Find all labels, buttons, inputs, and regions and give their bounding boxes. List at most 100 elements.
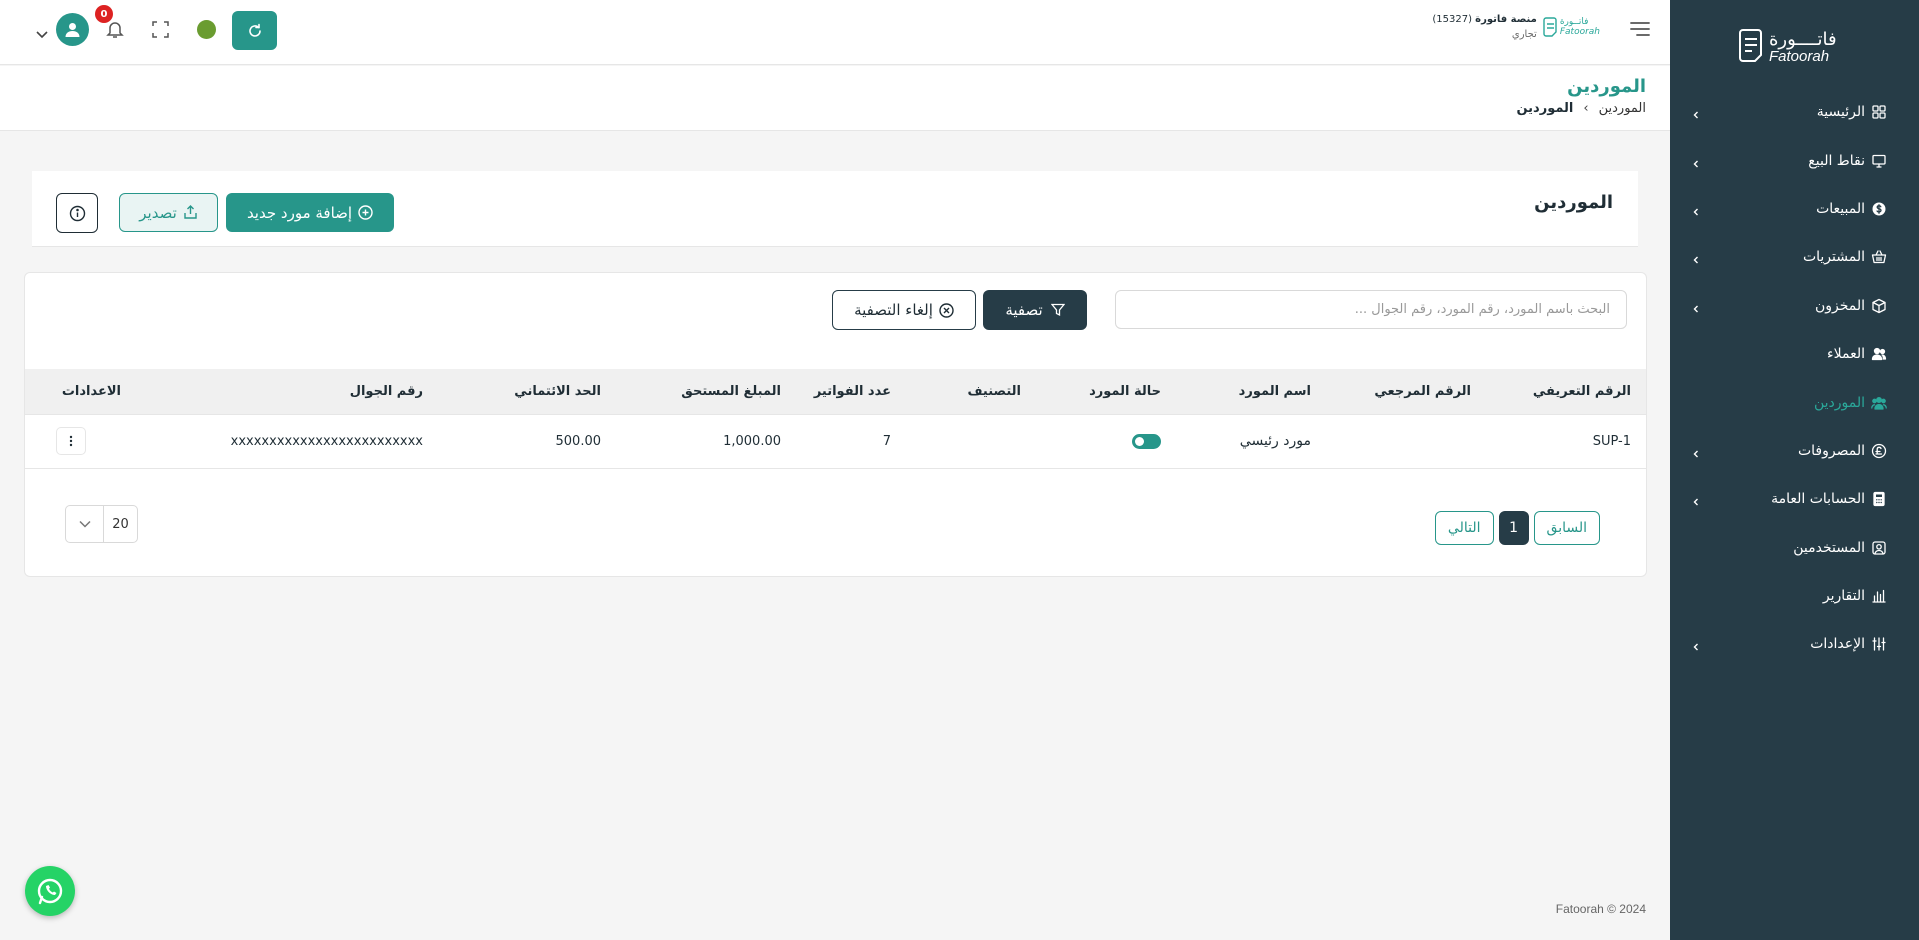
sidebar-item-label: العملاء xyxy=(1827,346,1865,363)
sidebar-item-11[interactable]: الإعدادات xyxy=(1670,620,1919,668)
top-header: منصة فاتورة (15327) تجاري فاتــورة Fatoor… xyxy=(0,0,1670,65)
page-header: الموردين الموردين › الموردين xyxy=(0,66,1670,131)
chevron-left-icon xyxy=(1690,638,1702,651)
whatsapp-icon xyxy=(37,878,63,905)
suppliers-table: الرقم التعريفي الرقم المرجعي اسم المورد … xyxy=(25,369,1646,469)
row-actions-cell xyxy=(25,414,126,469)
breadcrumb-current: الموردين xyxy=(1516,101,1574,116)
platform-id: (15327) xyxy=(1432,14,1472,25)
add-supplier-button[interactable]: إضافة مورد جديد xyxy=(226,193,394,232)
suppliers-card-header: الموردين إضافة مورد جديد تصدير xyxy=(32,171,1638,247)
per-page-value: 20 xyxy=(112,516,129,532)
supplier-ref xyxy=(1326,414,1486,469)
status-toggle[interactable] xyxy=(1132,433,1161,449)
whatsapp-chat-button[interactable] xyxy=(25,866,75,916)
chart-icon xyxy=(1871,588,1887,604)
group-icon xyxy=(1871,395,1887,411)
breadcrumb: الموردين › الموردين xyxy=(1516,101,1646,116)
per-page-select[interactable]: 20 xyxy=(65,505,138,543)
sidebar-item-9[interactable]: المستخدمين xyxy=(1670,524,1919,572)
supplier-mobile: xxxxxxxxxxxxxxxxxxxxxxxxx xyxy=(126,414,438,469)
chevron-down-icon xyxy=(66,506,104,542)
filter-button[interactable]: تصفية xyxy=(983,290,1087,330)
mini-logo-icon xyxy=(1543,16,1557,37)
close-circle-icon xyxy=(939,302,954,318)
sidebar-item-label: المبيعات xyxy=(1816,200,1865,217)
add-supplier-label: إضافة مورد جديد xyxy=(246,203,353,222)
column-header[interactable]: رقم الجوال xyxy=(126,369,438,415)
card-title: الموردين xyxy=(1534,192,1613,213)
column-header[interactable]: حالة المورد xyxy=(1036,369,1176,415)
column-header[interactable]: المبلغ المستحق xyxy=(616,369,796,415)
filter-icon xyxy=(1050,303,1065,317)
brand-logo[interactable]: فاتــــورة Fatoorah xyxy=(1737,26,1849,68)
footer: Fatoorah © 2024 xyxy=(0,880,1670,940)
plus-circle-icon xyxy=(358,205,373,220)
language-flag-icon[interactable] xyxy=(197,20,216,39)
sidebar-item-label: الحسابات العامة xyxy=(1771,491,1865,508)
supplier-name: مورد رئيسي xyxy=(1176,414,1326,469)
chevron-left-icon xyxy=(1690,445,1702,458)
refresh-button[interactable] xyxy=(232,11,277,50)
chevron-left-icon xyxy=(1690,493,1702,506)
column-header[interactable]: الرقم التعريفي xyxy=(1486,369,1646,415)
sidebar-item-2[interactable]: المبيعات xyxy=(1670,185,1919,233)
export-label: تصدير xyxy=(139,203,177,222)
sidebar-item-label: المستخدمين xyxy=(1793,539,1865,556)
pagination-next-button[interactable]: التالي xyxy=(1434,511,1494,545)
info-button[interactable] xyxy=(56,193,98,233)
notifications-bell-icon[interactable] xyxy=(106,20,124,39)
page-title: الموردين xyxy=(1567,76,1646,97)
sidebar-item-label: المشتريات xyxy=(1802,249,1865,266)
sidebar-item-4[interactable]: المخزون xyxy=(1670,282,1919,330)
supplier-status-cell xyxy=(1036,414,1176,469)
sidebar-item-5[interactable]: العملاء xyxy=(1670,330,1919,378)
filter-label: تصفية xyxy=(1005,301,1043,319)
pagination-prev-button[interactable]: السابق xyxy=(1533,511,1600,545)
sidebar-item-label: المخزون xyxy=(1814,297,1865,314)
sidebar-item-label: المصروفات xyxy=(1797,442,1865,459)
pagination-page-button[interactable]: 1 xyxy=(1498,511,1529,545)
chevron-left-icon xyxy=(1690,251,1702,264)
table-header-row: الرقم التعريفي الرقم المرجعي اسم المورد … xyxy=(25,369,1646,415)
search-input[interactable]: البحث باسم المورد، رقم المورد، رقم الجوا… xyxy=(1115,290,1627,329)
row-actions-kebab-icon[interactable] xyxy=(56,427,86,455)
breadcrumb-separator-icon: › xyxy=(1583,101,1589,116)
sidebar-item-6[interactable]: الموردين xyxy=(1670,378,1919,426)
menu-toggle-icon[interactable] xyxy=(1629,20,1651,38)
supplier-invoices: 7 xyxy=(796,414,906,469)
logo-arabic: فاتــــورة xyxy=(1769,28,1837,50)
column-header[interactable]: الحد الائتماني xyxy=(438,369,616,415)
basket-icon xyxy=(1871,249,1887,265)
supplier-credit: 500.00 xyxy=(438,414,616,469)
monitor-icon xyxy=(1871,153,1887,169)
column-header[interactable]: التصنيف xyxy=(906,369,1036,415)
table-row[interactable]: SUP-1 مورد رئيسي 7 1,000.00 500.00 xxxxx… xyxy=(25,414,1646,469)
supplier-due: 1,000.00 xyxy=(616,414,796,469)
breadcrumb-root[interactable]: الموردين xyxy=(1599,101,1646,116)
export-button[interactable]: تصدير xyxy=(119,193,218,232)
supplier-id: SUP-1 xyxy=(1486,414,1646,469)
fullscreen-icon[interactable] xyxy=(152,21,169,38)
column-header[interactable]: عدد الفواتير xyxy=(796,369,906,415)
user-icon xyxy=(65,23,80,37)
column-header[interactable]: الرقم المرجعي xyxy=(1326,369,1486,415)
user-square-icon xyxy=(1871,540,1887,556)
sidebar-item-7[interactable]: المصروفات xyxy=(1670,427,1919,475)
platform-switcher[interactable]: منصة فاتورة (15327) تجاري فاتــورة Fatoor… xyxy=(1432,13,1600,42)
clear-filter-label: إلغاء التصفية xyxy=(854,301,933,319)
user-avatar[interactable] xyxy=(56,13,89,46)
sidebar-item-label: نقاط البيع xyxy=(1808,152,1865,169)
chevron-left-icon xyxy=(1690,203,1702,216)
sidebar-item-8[interactable]: الحسابات العامة xyxy=(1670,475,1919,523)
sidebar-item-0[interactable]: الرئيسية xyxy=(1670,88,1919,136)
copyright-text: Fatoorah © 2024 xyxy=(1555,902,1646,916)
platform-logo: فاتــورة Fatoorah xyxy=(1543,17,1600,39)
sidebar-item-1[interactable]: نقاط البيع xyxy=(1670,136,1919,184)
user-menu-chevron-icon[interactable] xyxy=(36,24,48,39)
sidebar-item-label: الموردين xyxy=(1813,394,1865,411)
column-header[interactable]: اسم المورد xyxy=(1176,369,1326,415)
sidebar-item-3[interactable]: المشتريات xyxy=(1670,233,1919,281)
clear-filter-button[interactable]: إلغاء التصفية xyxy=(832,290,976,330)
sidebar-item-10[interactable]: التقارير xyxy=(1670,572,1919,620)
